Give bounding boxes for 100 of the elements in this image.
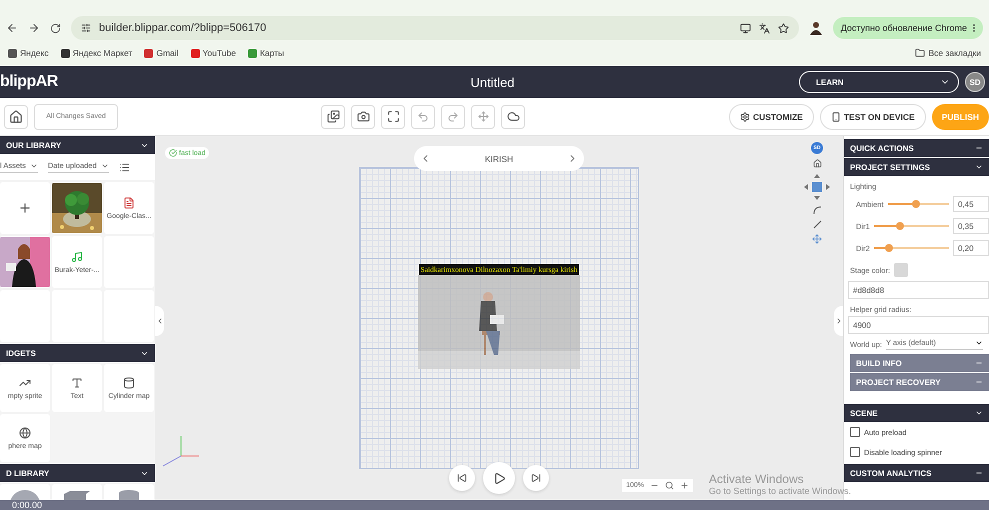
bookmark[interactable]: YouTube — [190, 48, 236, 58]
project-title: Untitled — [470, 74, 515, 90]
bookmark[interactable]: Карты — [248, 48, 284, 58]
test-on-device-button[interactable]: TEST ON DEVICE — [820, 104, 926, 130]
section-title: SCENE — [850, 408, 878, 418]
user-avatar[interactable]: SD — [965, 72, 985, 92]
next-button[interactable] — [523, 465, 549, 491]
cloud-icon — [506, 110, 520, 123]
caret-icon — [975, 409, 983, 417]
library-header[interactable]: OUR LIBRARY — [0, 136, 155, 154]
bookmark[interactable]: Яндекс — [8, 48, 49, 58]
section-title: PROJECT SETTINGS — [850, 162, 930, 172]
learn-dropdown[interactable]: LEARN — [799, 71, 959, 93]
checkbox[interactable] — [850, 447, 860, 457]
update-button[interactable]: Доступно обновление Chrome — [832, 17, 983, 39]
cloud-button[interactable] — [501, 104, 526, 128]
home-icon[interactable] — [812, 159, 822, 168]
activation-notice-text: Go to Settings to activate Windows. — [708, 486, 851, 496]
model-tile[interactable] — [104, 484, 154, 500]
section-title: BUILD INFO — [856, 358, 902, 368]
project-settings-header[interactable]: PROJECT SETTINGS — [844, 158, 989, 176]
music-note-icon — [71, 250, 83, 262]
gallery-button[interactable] — [321, 104, 346, 128]
site-icon — [60, 48, 70, 58]
undo-icon — [417, 110, 430, 122]
pdf-file-icon — [123, 196, 135, 208]
forward-icon[interactable] — [28, 22, 40, 34]
light-value-field[interactable]: 0,35 — [953, 218, 989, 234]
text-icon — [71, 376, 83, 388]
site-icon — [144, 48, 154, 58]
gear-icon — [740, 112, 750, 122]
previous-button[interactable] — [449, 465, 475, 491]
asset-tile[interactable] — [0, 236, 50, 288]
back-icon[interactable] — [6, 22, 18, 34]
url-text: builder.blippar.com/?blipp=506170 — [99, 22, 266, 34]
search-icon[interactable] — [665, 481, 674, 490]
model-tile[interactable] — [52, 484, 102, 500]
time-display: 0:00.00 — [12, 500, 42, 510]
section-title: CUSTOM ANALYTICS — [850, 468, 932, 478]
section-title: QUICK ACTIONS — [850, 144, 914, 152]
section-title: IDGETS — [6, 348, 36, 358]
build-info-header[interactable]: BUILD INFO — [850, 354, 989, 372]
cylinder-drawing — [119, 490, 139, 500]
zoom-in-icon[interactable] — [680, 481, 689, 490]
caret-icon — [975, 163, 983, 171]
logo: blippAR — [0, 73, 59, 91]
reload-icon[interactable] — [50, 22, 61, 34]
curve-tool-icon[interactable] — [812, 206, 822, 215]
scene-header[interactable]: SCENE — [844, 404, 989, 422]
plus-icon — [18, 201, 32, 215]
move-icon[interactable] — [812, 234, 822, 244]
light-value-field[interactable]: 0,45 — [953, 196, 989, 212]
add-asset-tile[interactable] — [0, 182, 50, 234]
asset-tile[interactable] — [52, 182, 102, 234]
checkbox[interactable] — [850, 427, 860, 437]
address-bar[interactable]: builder.blippar.com/?blipp=506170 — [71, 16, 799, 40]
model-tile[interactable] — [0, 484, 50, 500]
section-title: OUR LIBRARY — [6, 140, 62, 150]
site-icon — [248, 48, 257, 58]
skip-back-icon — [457, 473, 467, 483]
site-icon — [190, 48, 200, 58]
phone-icon — [830, 112, 841, 122]
fullscreen-icon — [386, 110, 400, 123]
3d-library-header[interactable]: D LIBRARY — [0, 464, 155, 482]
bookmark[interactable]: Gmail — [144, 48, 179, 58]
play-button[interactable] — [483, 462, 515, 494]
stage-color-field[interactable]: #d8d8d8 — [848, 281, 989, 299]
play-icon — [492, 472, 506, 484]
custom-analytics-header[interactable]: CUSTOM ANALYTICS — [844, 464, 989, 482]
grid-radius-field[interactable]: 4900 — [848, 316, 989, 334]
globe-icon — [19, 426, 31, 438]
redo-icon — [447, 110, 460, 122]
all-bookmarks[interactable]: Все закладки — [915, 48, 981, 58]
home-button[interactable] — [4, 104, 28, 128]
line-tool-icon[interactable] — [812, 220, 822, 229]
images-icon — [326, 110, 340, 123]
widgets-header[interactable]: IDGETS — [0, 344, 155, 362]
navigation-cube-icon[interactable] — [803, 173, 831, 201]
install-icon[interactable] — [740, 22, 751, 34]
bookmark[interactable]: Яндекс Маркет — [60, 48, 132, 58]
project-recovery-header[interactable]: PROJECT RECOVERY — [850, 373, 989, 391]
section-title: PROJECT RECOVERY — [856, 378, 941, 386]
home-icon — [9, 110, 23, 124]
light-value-field[interactable]: 0,20 — [953, 240, 989, 256]
quick-actions-header[interactable]: QUICK ACTIONS — [844, 139, 989, 157]
camera-icon — [356, 110, 370, 123]
site-settings-icon[interactable] — [81, 23, 91, 33]
fullscreen-button[interactable] — [381, 104, 406, 128]
color-swatch[interactable] — [894, 263, 908, 277]
activation-notice-title: Activate Windows — [708, 472, 804, 486]
skip-forward-icon — [531, 473, 541, 483]
star-icon[interactable] — [778, 22, 789, 34]
folder-icon — [915, 48, 926, 58]
check-icon — [169, 149, 177, 157]
cylinder-icon — [123, 376, 135, 388]
camera-button[interactable] — [351, 104, 376, 128]
site-icon — [8, 48, 17, 58]
avatar-icon[interactable] — [808, 21, 823, 35]
translate-icon[interactable] — [758, 22, 770, 34]
customize-button[interactable]: CUSTOMIZE — [728, 104, 814, 130]
